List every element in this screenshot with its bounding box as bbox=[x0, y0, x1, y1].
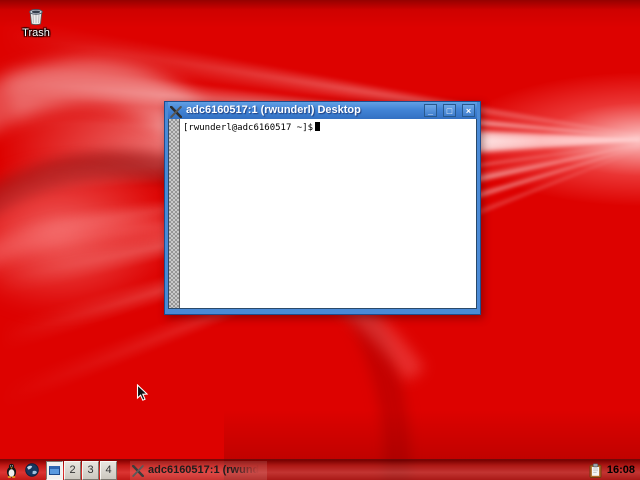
terminal-body: [rwunderl@adc6160517 ~]$ bbox=[168, 119, 477, 309]
system-tray: 16:08 bbox=[589, 462, 640, 478]
xterm-task-icon bbox=[132, 464, 144, 478]
taskbar-clock[interactable]: 16:08 bbox=[607, 464, 635, 476]
desktop[interactable]: Trash adc6160517:1 (rwunderl) Desktop _ … bbox=[0, 0, 640, 480]
trash-label: Trash bbox=[22, 27, 50, 39]
penguin-launcher-icon[interactable] bbox=[3, 462, 20, 479]
pager-window-thumbnail bbox=[49, 465, 60, 475]
clipboard-tray-icon[interactable] bbox=[589, 462, 602, 478]
taskbar: 2 3 4 adc6160517:1 (rwund 16:08 bbox=[0, 459, 640, 480]
terminal-content[interactable]: [rwunderl@adc6160517 ~]$ bbox=[180, 119, 476, 308]
window-titlebar[interactable]: adc6160517:1 (rwunderl) Desktop _ □ × bbox=[168, 102, 477, 119]
task-button-label: adc6160517:1 (rwund bbox=[148, 464, 260, 476]
terminal-cursor bbox=[315, 122, 321, 131]
pager-desktop-4[interactable]: 4 bbox=[100, 460, 117, 480]
window-title: adc6160517:1 (rwunderl) Desktop bbox=[186, 104, 361, 116]
globe-launcher-icon[interactable] bbox=[23, 462, 40, 479]
pager-desktop-1[interactable] bbox=[46, 460, 63, 480]
taskbar-task-button[interactable]: adc6160517:1 (rwund bbox=[130, 460, 268, 480]
maximize-button[interactable]: □ bbox=[443, 104, 456, 117]
trash-icon bbox=[13, 6, 59, 26]
wallpaper-curve bbox=[0, 165, 180, 315]
pager-desktop-3[interactable]: 3 bbox=[82, 460, 99, 480]
xterm-icon bbox=[169, 105, 183, 118]
terminal-prompt: [rwunderl@adc6160517 ~]$ bbox=[183, 123, 314, 133]
pager-desktop-2[interactable]: 2 bbox=[64, 460, 81, 480]
minimize-button[interactable]: _ bbox=[424, 104, 437, 117]
xterm-window: adc6160517:1 (rwunderl) Desktop _ □ × [r… bbox=[164, 101, 481, 315]
mouse-cursor bbox=[136, 383, 149, 403]
desktop-pager: 2 3 4 bbox=[46, 460, 118, 480]
close-button[interactable]: × bbox=[462, 104, 475, 117]
terminal-scrollbar[interactable] bbox=[169, 119, 180, 308]
trash-desktop-icon[interactable]: Trash bbox=[13, 6, 59, 39]
